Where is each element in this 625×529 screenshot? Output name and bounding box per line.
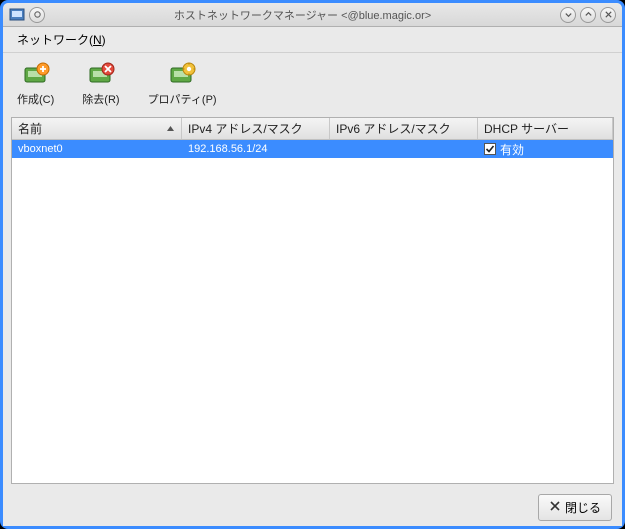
menu-network[interactable]: ネットワーク(N): [11, 28, 112, 51]
table-header-row: 名前 IPv4 アドレス/マスク IPv6 アドレス/マスク DHCP サーバー: [12, 118, 613, 140]
menu-network-accel: N: [93, 33, 102, 47]
window-menu-button[interactable]: [29, 7, 45, 23]
column-header-ipv4[interactable]: IPv4 アドレス/マスク: [182, 118, 330, 139]
remove-button[interactable]: 除去(R): [78, 59, 123, 109]
column-header-ipv6-label: IPv6 アドレス/マスク: [336, 120, 451, 137]
menubar: ネットワーク(N): [3, 27, 622, 53]
close-label: 閉じる: [565, 499, 601, 516]
table-empty-area[interactable]: [12, 158, 613, 483]
properties-label: プロパティ(P): [148, 91, 217, 107]
close-window-button[interactable]: [600, 7, 616, 23]
create-label: 作成(C): [17, 91, 54, 107]
remove-label: 除去(R): [82, 91, 119, 107]
minimize-button[interactable]: [560, 7, 576, 23]
toolbar: 作成(C) 除去(R): [3, 53, 622, 113]
column-header-ipv4-label: IPv4 アドレス/マスク: [188, 120, 303, 137]
cell-dhcp: 有効: [478, 140, 613, 159]
app-icon: [9, 7, 25, 23]
network-table: 名前 IPv4 アドレス/マスク IPv6 アドレス/マスク DHCP サーバー…: [11, 117, 614, 484]
column-header-name[interactable]: 名前: [12, 118, 182, 139]
window-title: ホストネットワークマネージャー <@blue.magic.or>: [45, 7, 560, 23]
column-header-dhcp-label: DHCP サーバー: [484, 120, 569, 137]
cell-ipv4: 192.168.56.1/24: [182, 142, 330, 156]
maximize-button[interactable]: [580, 7, 596, 23]
column-header-dhcp[interactable]: DHCP サーバー: [478, 118, 613, 139]
window: ホストネットワークマネージャー <@blue.magic.or> ネットワーク(…: [0, 0, 625, 529]
cell-ipv6: [330, 148, 478, 150]
column-header-name-label: 名前: [18, 120, 42, 137]
titlebar-left: [9, 7, 45, 23]
create-button[interactable]: 作成(C): [13, 59, 58, 109]
close-button[interactable]: 閉じる: [538, 494, 612, 521]
nic-add-icon: [20, 61, 52, 89]
properties-button[interactable]: プロパティ(P): [144, 59, 221, 109]
footer: 閉じる: [3, 488, 622, 526]
column-header-ipv6[interactable]: IPv6 アドレス/マスク: [330, 118, 478, 139]
menu-network-label-pre: ネットワーク(: [17, 33, 93, 47]
sort-asc-icon: [166, 122, 175, 136]
dhcp-checkbox[interactable]: [484, 143, 496, 155]
titlebar-right: [560, 7, 616, 23]
menu-network-label-suf: ): [102, 33, 106, 47]
table-row[interactable]: vboxnet0 192.168.56.1/24 有効: [12, 140, 613, 158]
close-icon: [549, 500, 561, 515]
cell-name: vboxnet0: [12, 142, 182, 156]
nic-properties-icon: [166, 61, 198, 89]
nic-remove-icon: [85, 61, 117, 89]
dhcp-label: 有効: [500, 141, 524, 158]
titlebar: ホストネットワークマネージャー <@blue.magic.or>: [3, 3, 622, 27]
